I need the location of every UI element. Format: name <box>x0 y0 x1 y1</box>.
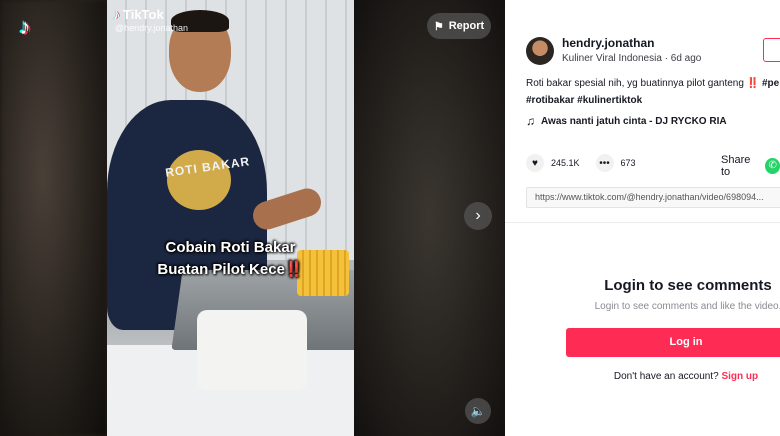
author-subline: Kuliner Viral Indonesia · 6d ago <box>562 52 701 65</box>
author-username[interactable]: hendry.jonathan <box>562 36 701 50</box>
post-description: Roti bakar spesial nih, yg buatinnya pil… <box>526 76 780 108</box>
avatar[interactable] <box>526 36 554 65</box>
login-button[interactable]: Log in <box>566 328 780 357</box>
report-label: Report <box>448 20 485 32</box>
post-time: 6d ago <box>670 53 702 64</box>
description-text: Roti bakar spesial nih, yg buatinnya pil… <box>526 78 762 89</box>
video-caption-emoji: ‼️ <box>284 261 304 278</box>
next-video-button[interactable]: › <box>464 202 492 230</box>
volume-button[interactable]: 🔈 <box>465 398 491 424</box>
scene-grill-base <box>197 310 307 390</box>
music-title[interactable]: Awas nanti jatuh cinta - DJ RYCKO RIA <box>541 116 727 127</box>
chevron-right-icon: › <box>475 207 481 224</box>
tiktok-logo-icon[interactable]: ♪ <box>12 14 38 40</box>
music-row[interactable]: ♫ Awas nanti jatuh cinta - DJ RYCKO RIA <box>526 114 727 128</box>
author-nickname: Kuliner Viral Indonesia <box>562 53 662 64</box>
video-caption-line2: Buatan Pilot Kece‼️ <box>107 259 354 281</box>
comment-icon[interactable]: ••• <box>595 154 614 172</box>
share-label: Share to <box>721 154 751 178</box>
video-blur-background-left <box>0 0 107 436</box>
comment-stat[interactable]: ••• 673 <box>595 154 636 172</box>
flag-icon: ⚑ <box>433 20 444 33</box>
heart-icon[interactable]: ♥ <box>526 154 544 172</box>
watermark-brand-text: TikTok <box>123 6 164 22</box>
stats-row: ♥ 245.1K ••• 673 Share to ✆ <box>526 154 780 178</box>
hashtag-link[interactable]: #pe <box>762 78 779 89</box>
video-player[interactable]: ROTI BAKAR Cobain Roti Bakar Buatan Pilo… <box>0 0 505 436</box>
signup-link[interactable]: Sign up <box>721 371 758 382</box>
video-frame[interactable]: ROTI BAKAR Cobain Roti Bakar Buatan Pilo… <box>107 0 354 436</box>
like-stat[interactable]: ♥ 245.1K <box>526 154 580 172</box>
author-text: hendry.jonathan Kuliner Viral Indonesia … <box>562 36 701 65</box>
video-caption-line1: Cobain Roti Bakar <box>165 239 296 256</box>
comments-login-subtitle: Login to see comments and like the video… <box>594 301 780 312</box>
comments-login-title: Login to see comments <box>604 277 772 294</box>
whatsapp-icon[interactable]: ✆ <box>765 158 780 174</box>
description-line1: Roti bakar spesial nih, yg buatinnya pil… <box>526 76 780 91</box>
comments-section: Login to see comments Login to see comme… <box>505 222 780 436</box>
share-group: Share to ✆ <box>721 154 780 178</box>
volume-icon: 🔈 <box>470 404 486 418</box>
follow-button[interactable] <box>763 38 780 62</box>
video-url-field[interactable]: https://www.tiktok.com/@hendry.jonathan/… <box>526 187 780 208</box>
comment-count: 673 <box>620 158 636 168</box>
video-caption-line2-text: Buatan Pilot Kece <box>157 261 285 278</box>
no-account-text: Don't have an account? <box>613 371 719 382</box>
video-caption: Cobain Roti Bakar Buatan Pilot Kece‼️ <box>107 237 354 281</box>
watermark-handle: @hendry.jonathan <box>115 23 189 33</box>
author-info: hendry.jonathan Kuliner Viral Indonesia … <box>526 36 701 65</box>
hashtag-links[interactable]: #rotibakar #kulinertiktok <box>526 93 780 108</box>
tiktok-watermark: ♪ TikTok @hendry.jonathan <box>113 6 188 33</box>
music-note-icon: ♫ <box>526 114 535 128</box>
tiktok-note-icon: ♪ <box>113 6 120 22</box>
watermark-brand: ♪ TikTok <box>113 6 188 22</box>
report-button[interactable]: ⚑ Report <box>427 13 491 39</box>
signup-row: Don't have an account? Sign up <box>505 371 780 382</box>
side-panel: hendry.jonathan Kuliner Viral Indonesia … <box>505 0 780 436</box>
like-count: 245.1K <box>551 158 580 168</box>
